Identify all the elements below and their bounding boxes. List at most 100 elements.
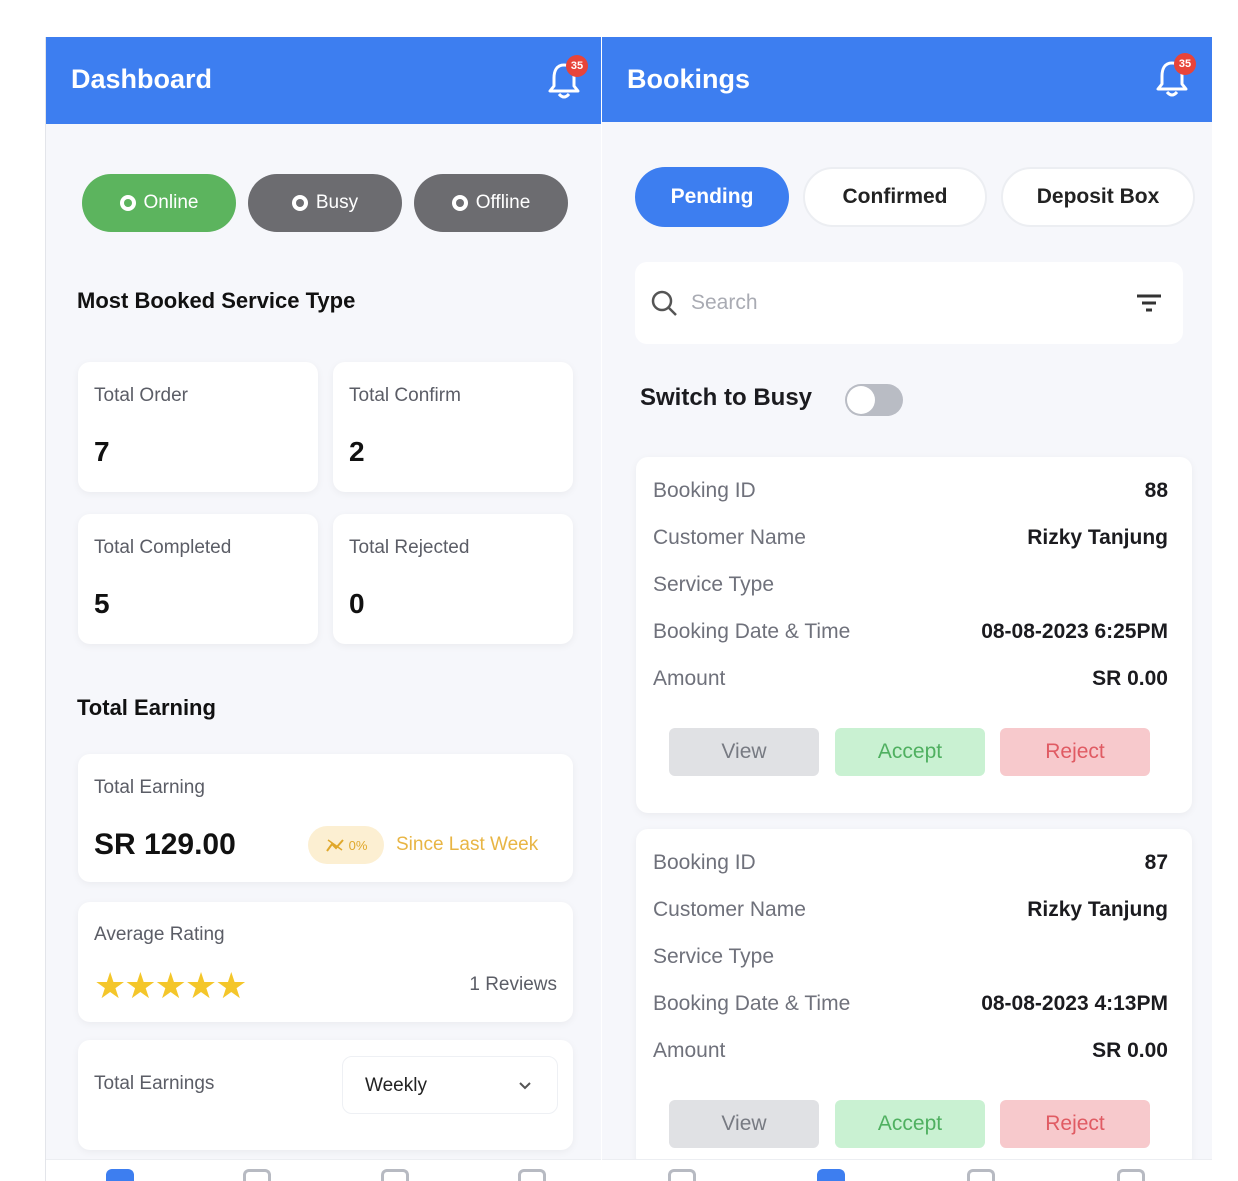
amount-label: Amount xyxy=(653,667,726,690)
page-title: Dashboard xyxy=(71,64,213,94)
trend-chip: 0% xyxy=(308,826,384,864)
service-type-row: Service Type xyxy=(653,945,1168,973)
amount-value: SR 0.00 xyxy=(1092,1039,1168,1062)
stat-label: Total Rejected xyxy=(349,537,470,558)
tab-deposit-box[interactable]: Deposit Box xyxy=(1001,167,1195,227)
status-offline-label: Offline xyxy=(475,192,531,213)
view-button[interactable]: View xyxy=(669,728,819,776)
dashboard-app-bar: Dashboard 35 xyxy=(46,37,601,124)
stat-value: 0 xyxy=(349,588,365,619)
customer-name-label: Customer Name xyxy=(653,526,806,549)
stat-value: 2 xyxy=(349,436,365,467)
stat-label: Total Confirm xyxy=(349,385,461,406)
trend-percent: 0% xyxy=(348,837,368,853)
notification-button[interactable]: 35 xyxy=(546,55,588,101)
stat-value: 5 xyxy=(94,588,110,619)
booking-card: Booking ID 87 Customer Name Rizky Tanjun… xyxy=(636,829,1192,1169)
toggle-knob xyxy=(847,386,875,414)
trend-icon xyxy=(325,839,344,852)
date-time-value: 08-08-2023 6:25PM xyxy=(981,620,1168,643)
amount-row: Amount SR 0.00 xyxy=(653,667,1168,695)
status-offline-button[interactable]: Offline xyxy=(414,174,568,232)
total-earnings-label: Total Earnings xyxy=(94,1073,215,1094)
home-nav-icon[interactable] xyxy=(668,1169,696,1181)
customer-name-row: Customer Name Rizky Tanjung xyxy=(653,898,1168,926)
switch-busy-label: Switch to Busy xyxy=(640,384,813,411)
rating-card: Average Rating ★★★★★ 1 Reviews xyxy=(78,902,573,1022)
bookings-app-bar: Bookings 35 xyxy=(602,37,1212,122)
stat-label: Total Completed xyxy=(94,537,232,558)
status-busy-button[interactable]: Busy xyxy=(248,174,402,232)
period-selected: Weekly xyxy=(365,1075,427,1096)
total-earnings-card: Total Earnings Weekly xyxy=(78,1040,573,1150)
earning-label: Total Earning xyxy=(94,777,205,798)
customer-name-row: Customer Name Rizky Tanjung xyxy=(653,526,1168,554)
profile-nav-icon[interactable] xyxy=(1117,1169,1145,1181)
service-type-label: Service Type xyxy=(653,573,775,596)
booking-id-label: Booking ID xyxy=(653,851,756,874)
reject-button[interactable]: Reject xyxy=(1000,1100,1150,1148)
stat-card-total-confirm: Total Confirm 2 xyxy=(333,362,573,492)
tab-confirmed[interactable]: Confirmed xyxy=(803,167,987,227)
booking-id-row: Booking ID 88 xyxy=(653,479,1168,507)
since-last-week: Since Last Week xyxy=(396,834,539,855)
amount-value: SR 0.00 xyxy=(1092,667,1168,690)
status-online-button[interactable]: Online xyxy=(82,174,236,232)
search-input[interactable] xyxy=(691,288,1091,318)
customer-name-value: Rizky Tanjung xyxy=(1027,526,1168,549)
accept-button[interactable]: Accept xyxy=(835,1100,985,1148)
dashboard-screen: Dashboard 35 Online Busy Offline Most Bo… xyxy=(45,37,601,1181)
booking-id-label: Booking ID xyxy=(653,479,756,502)
rating-label: Average Rating xyxy=(94,924,225,945)
total-earning-title: Total Earning xyxy=(77,695,216,720)
stat-card-total-completed: Total Completed 5 xyxy=(78,514,318,644)
amount-label: Amount xyxy=(653,1039,726,1062)
tab-pending[interactable]: Pending xyxy=(635,167,789,227)
status-busy-label: Busy xyxy=(315,192,359,213)
booking-id-row: Booking ID 87 xyxy=(653,851,1168,879)
chevron-down-icon xyxy=(519,1082,531,1090)
date-time-value: 08-08-2023 4:13PM xyxy=(981,992,1168,1015)
most-booked-title: Most Booked Service Type xyxy=(77,288,356,313)
booking-id-value: 87 xyxy=(1144,851,1168,874)
date-time-row: Booking Date & Time 08-08-2023 4:13PM xyxy=(653,992,1168,1020)
customer-name-value: Rizky Tanjung xyxy=(1027,898,1168,921)
bookings-screen: Bookings 35 Pending Confirmed Deposit Bo… xyxy=(602,37,1212,1181)
date-time-label: Booking Date & Time xyxy=(653,620,851,643)
search-bar xyxy=(635,262,1183,344)
bottom-nav xyxy=(46,1159,601,1181)
stat-label: Total Order xyxy=(94,385,188,406)
booking-card: Booking ID 88 Customer Name Rizky Tanjun… xyxy=(636,457,1192,813)
bookings-nav-icon[interactable] xyxy=(243,1169,271,1181)
services-nav-icon[interactable] xyxy=(381,1169,409,1181)
search-icon xyxy=(651,290,677,316)
customer-name-label: Customer Name xyxy=(653,898,806,921)
view-button[interactable]: View xyxy=(669,1100,819,1148)
home-nav-icon[interactable] xyxy=(106,1169,134,1181)
stat-card-total-rejected: Total Rejected 0 xyxy=(333,514,573,644)
star-rating: ★★★★★ xyxy=(94,965,247,1006)
period-dropdown[interactable]: Weekly xyxy=(342,1056,558,1114)
page-title: Bookings xyxy=(627,64,751,94)
date-time-label: Booking Date & Time xyxy=(653,992,851,1015)
bottom-nav xyxy=(602,1159,1212,1181)
stat-card-total-order: Total Order 7 xyxy=(78,362,318,492)
filter-icon[interactable] xyxy=(1135,292,1163,314)
online-status-icon xyxy=(119,195,136,211)
busy-toggle[interactable] xyxy=(845,384,903,416)
service-type-label: Service Type xyxy=(653,945,775,968)
services-nav-icon[interactable] xyxy=(967,1169,995,1181)
amount-row: Amount SR 0.00 xyxy=(653,1039,1168,1067)
notification-badge: 35 xyxy=(566,55,588,77)
profile-nav-icon[interactable] xyxy=(518,1169,546,1181)
booking-id-value: 88 xyxy=(1144,479,1168,502)
earning-card: Total Earning SR 129.00 0% Since Last We… xyxy=(78,754,573,882)
reviews-count: 1 Reviews xyxy=(469,974,557,995)
service-type-row: Service Type xyxy=(653,573,1168,601)
accept-button[interactable]: Accept xyxy=(835,728,985,776)
stat-value: 7 xyxy=(94,436,110,467)
notification-badge: 35 xyxy=(1174,53,1196,75)
bookings-nav-icon[interactable] xyxy=(817,1169,845,1181)
notification-button[interactable]: 35 xyxy=(1154,53,1196,99)
reject-button[interactable]: Reject xyxy=(1000,728,1150,776)
